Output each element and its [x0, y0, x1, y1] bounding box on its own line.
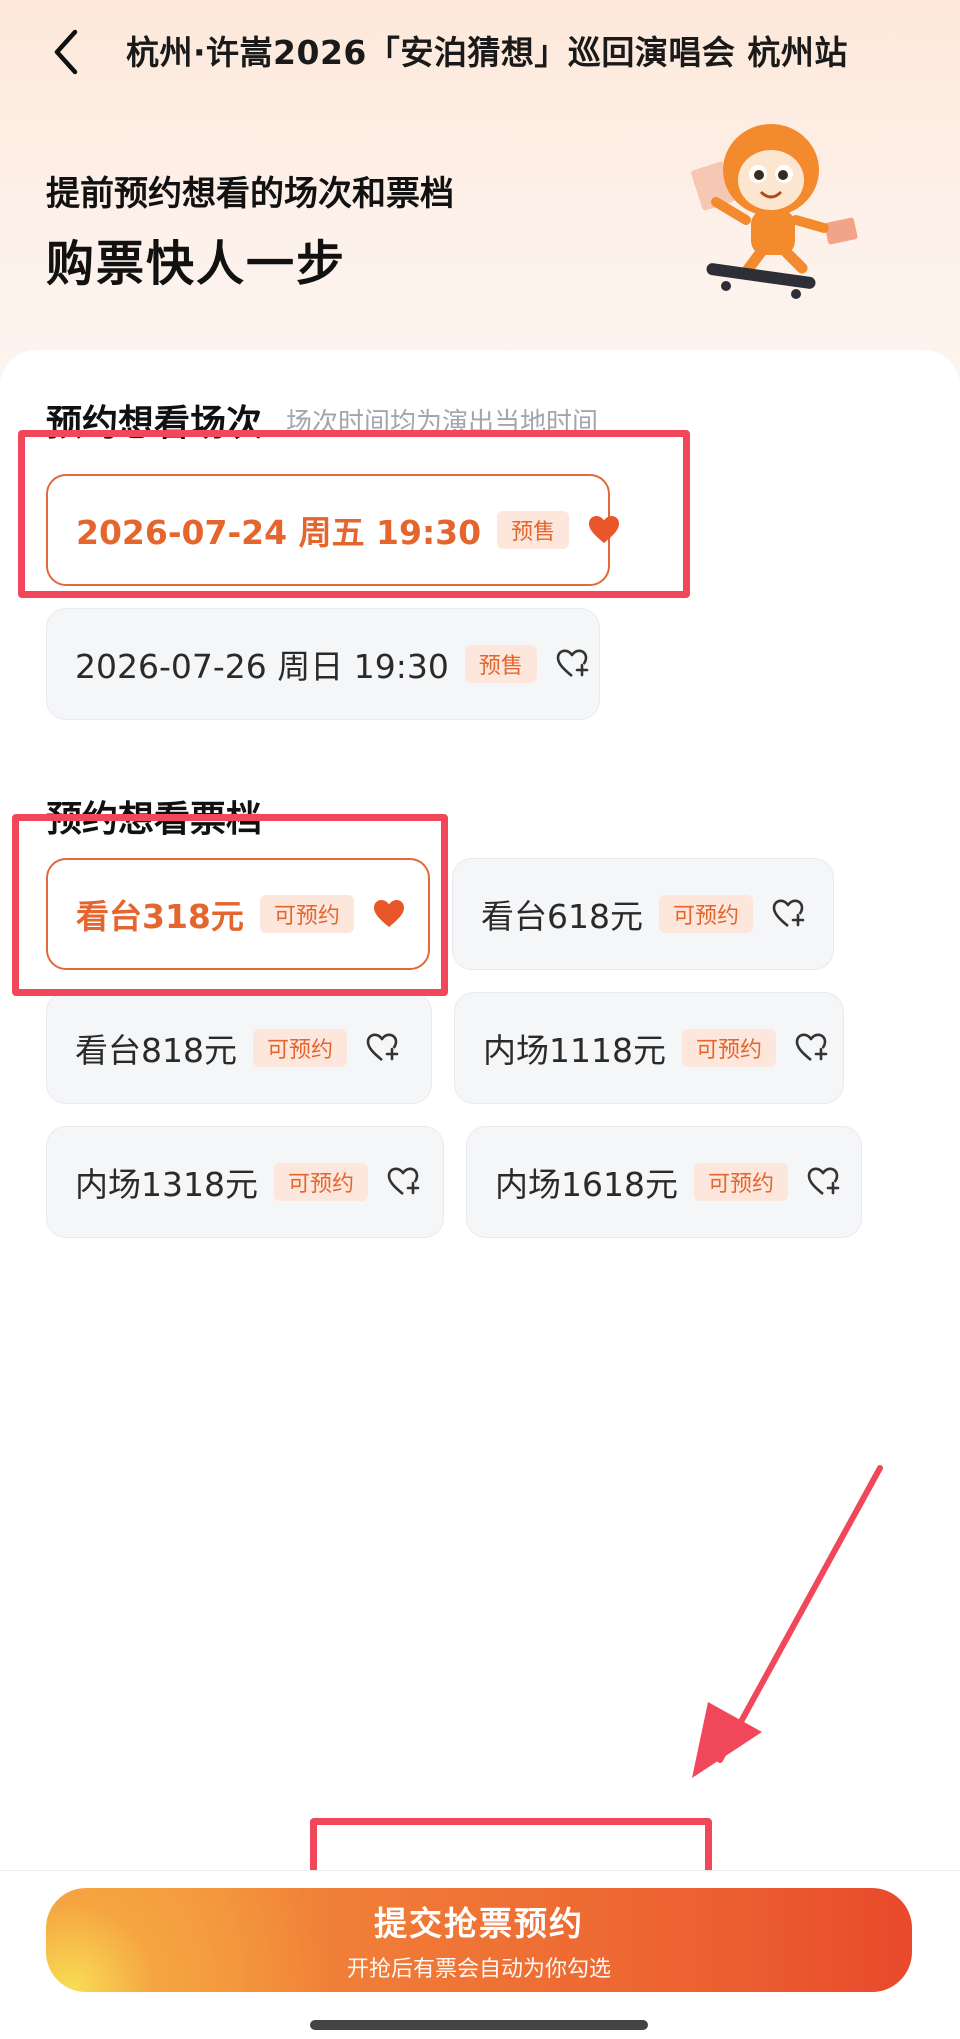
status-badge: 可预约: [681, 1029, 776, 1067]
tier-label: 内场1618元: [495, 1165, 678, 1204]
hero-title: 购票快人一步: [46, 236, 347, 292]
home-indicator: [310, 2020, 648, 2030]
highlight-box-tier: [12, 814, 448, 996]
page-title: 杭州·许嵩2026「安泊猜想」巡回演唱会 杭州站: [126, 33, 848, 72]
tier-chip[interactable]: 内场1318元 可预约: [46, 1126, 444, 1238]
heart-plus-icon: [555, 647, 589, 681]
back-button[interactable]: [42, 22, 90, 82]
session-chip[interactable]: 2026-07-26 周日 19:30 预售: [46, 608, 600, 720]
heart-plus-icon: [386, 1165, 420, 1199]
submit-sublabel: 开抢后有票会自动为你勾选: [346, 1957, 611, 1982]
mascot-illustration: [691, 124, 858, 299]
tier-chip[interactable]: 内场1618元 可预约: [466, 1126, 862, 1238]
submit-reservation-button[interactable]: 提交抢票预约 开抢后有票会自动为你勾选: [46, 1888, 912, 1992]
tier-label: 看台818元: [75, 1031, 237, 1070]
status-badge: 预售: [464, 645, 537, 683]
status-badge: 可预约: [693, 1163, 788, 1201]
heart-plus-icon: [794, 1031, 828, 1065]
chevron-left-icon: [54, 29, 78, 75]
hero-subtitle: 提前预约想看的场次和票档: [46, 174, 454, 214]
heart-plus-icon: [365, 1031, 399, 1065]
status-badge: 可预约: [659, 895, 754, 933]
heart-plus-icon: [806, 1165, 840, 1199]
heart-plus-icon: [771, 897, 805, 931]
tier-label: 看台618元: [481, 897, 643, 936]
submit-label: 提交抢票预约: [374, 1904, 584, 1943]
session-label: 2026-07-26 周日 19:30: [75, 647, 449, 686]
status-badge: 可预约: [273, 1163, 368, 1201]
tier-label: 内场1318元: [75, 1165, 258, 1204]
status-badge: 可预约: [253, 1029, 348, 1067]
annotation-arrow-icon: [692, 1465, 883, 1778]
tier-label: 内场1118元: [483, 1031, 666, 1070]
tier-chip[interactable]: 内场1118元 可预约: [454, 992, 844, 1104]
highlight-box-session: [18, 430, 690, 598]
tier-chip[interactable]: 看台618元 可预约: [452, 858, 834, 970]
tier-chip[interactable]: 看台818元 可预约: [46, 992, 432, 1104]
